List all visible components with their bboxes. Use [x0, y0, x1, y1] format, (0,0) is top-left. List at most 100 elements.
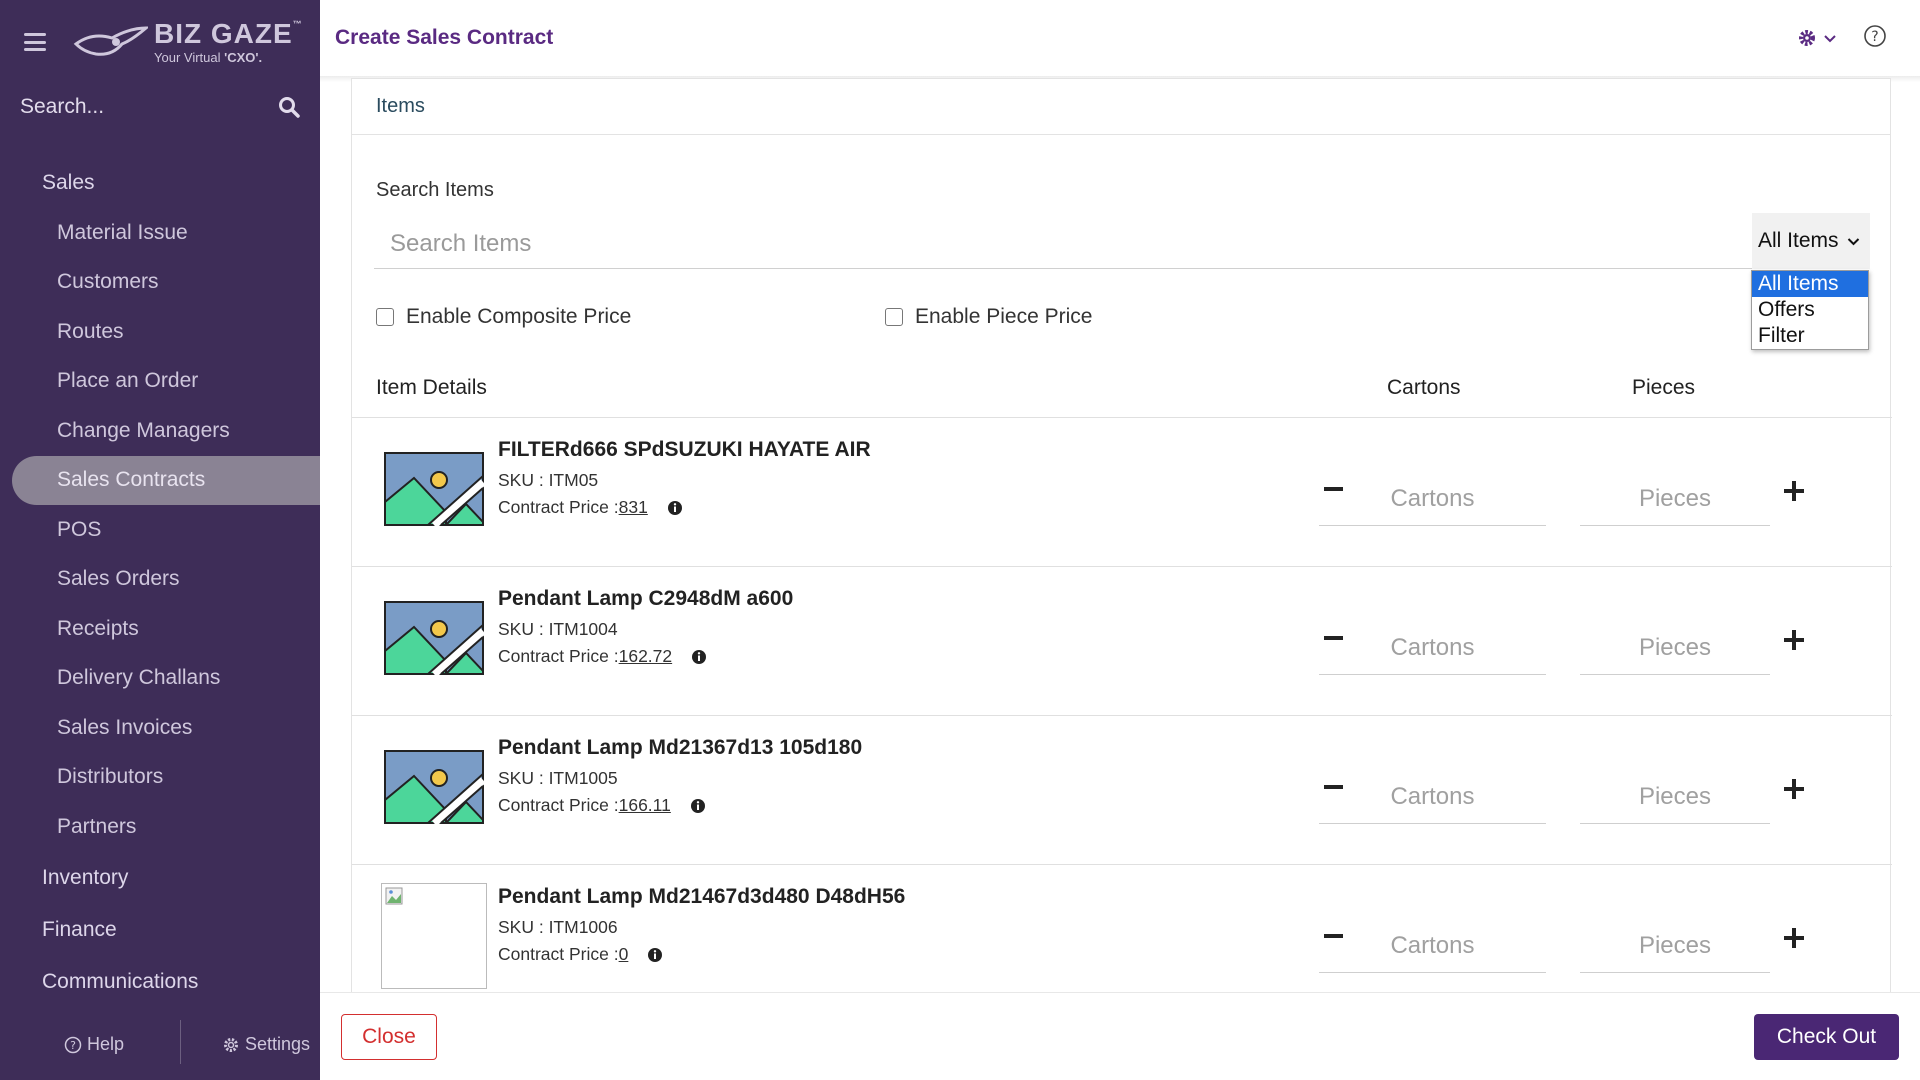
chevron-down-icon — [1824, 35, 1836, 43]
action-footer: Close Check Out — [320, 992, 1920, 1080]
search-items-input[interactable] — [374, 219, 1754, 268]
enable-piece-price-checkbox[interactable]: Enable Piece Price — [885, 305, 1092, 329]
brand-name: BIZ GAZE™ — [154, 18, 303, 49]
close-button[interactable]: Close — [341, 1014, 437, 1060]
sidebar-item-material-issue[interactable]: Material Issue — [0, 208, 320, 258]
price-value-link[interactable]: 0 — [619, 944, 629, 965]
sidebar-search-input[interactable] — [20, 95, 250, 119]
item-name: Pendant Lamp Md21367d13 105d180 — [498, 736, 863, 759]
column-header-item-details: Item Details — [376, 376, 487, 399]
help-circle-icon[interactable]: ? — [1863, 24, 1887, 48]
image-placeholder-icon — [384, 452, 484, 526]
pieces-field — [1580, 621, 1770, 675]
broken-image-icon — [385, 887, 403, 905]
sidebar-item-distributors[interactable]: Distributors — [0, 753, 320, 803]
sidebar-search — [0, 86, 320, 128]
eagle-logo-icon — [73, 26, 148, 56]
list-item: Pendant Lamp C2948dM a600 SKU : ITM1004 … — [352, 566, 1892, 715]
cartons-field — [1319, 621, 1546, 675]
brand-tagline: Your Virtual 'CXO'. — [154, 50, 263, 65]
sidebar-item-delivery-challans[interactable]: Delivery Challans — [0, 654, 320, 704]
item-filter-dropdown: All Items Offers Filter — [1751, 270, 1869, 350]
svg-text:?: ? — [70, 1039, 76, 1052]
pieces-input[interactable] — [1580, 472, 1770, 525]
brand-logo[interactable]: BIZ GAZE™ Your Virtual 'CXO'. — [72, 20, 303, 64]
image-placeholder-icon — [384, 601, 484, 675]
enable-composite-price-checkbox[interactable]: Enable Composite Price — [376, 305, 631, 329]
help-button[interactable]: ? Help — [64, 1034, 124, 1055]
item-filter-select[interactable]: All Items — [1752, 213, 1870, 269]
question-circle-icon: ? — [64, 1036, 82, 1053]
sidebar-item-partners[interactable]: Partners — [0, 802, 320, 852]
checkbox-box[interactable] — [885, 308, 903, 326]
increment-button[interactable] — [1784, 630, 1804, 650]
check-out-button[interactable]: Check Out — [1754, 1014, 1899, 1060]
sidebar-nav: Sales Material Issue Customers Routes Pl… — [0, 158, 320, 1008]
item-sku: SKU : ITM1004 — [498, 619, 618, 639]
hamburger-menu-icon[interactable] — [24, 33, 46, 51]
enable-composite-price-label: Enable Composite Price — [406, 305, 632, 328]
price-value-link[interactable]: 162.72 — [619, 646, 673, 667]
column-header-pieces: Pieces — [1632, 376, 1696, 399]
items-list: FILTERd666 SPdSUZUKI HAYATE AIR SKU : IT… — [352, 417, 1892, 1013]
price-label: Contract Price : — [498, 944, 619, 964]
cartons-input[interactable] — [1319, 621, 1546, 674]
broken-image — [381, 883, 487, 989]
settings-dropdown-button[interactable] — [1797, 28, 1837, 48]
item-sku: SKU : ITM05 — [498, 470, 599, 490]
cartons-input[interactable] — [1319, 472, 1546, 525]
cartons-input[interactable] — [1319, 770, 1546, 823]
chevron-down-icon — [1847, 237, 1859, 245]
price-value-link[interactable]: 831 — [619, 497, 648, 518]
price-label: Contract Price : — [498, 795, 619, 815]
increment-button[interactable] — [1784, 928, 1804, 948]
increment-button[interactable] — [1784, 481, 1804, 501]
item-filter-value: All Items — [1758, 229, 1839, 252]
sidebar-footer: ? Help Settings — [0, 1010, 320, 1080]
item-price: Contract Price : 0 — [498, 944, 663, 965]
enable-piece-price-label: Enable Piece Price — [915, 305, 1093, 328]
increment-button[interactable] — [1784, 779, 1804, 799]
sidebar-item-receipts[interactable]: Receipts — [0, 604, 320, 654]
cartons-input[interactable] — [1319, 919, 1546, 972]
info-icon[interactable] — [690, 798, 706, 814]
settings-button[interactable]: Settings — [222, 1034, 310, 1055]
sidebar-item-sales-invoices[interactable]: Sales Invoices — [0, 703, 320, 753]
sidebar-section-inventory[interactable]: Inventory — [0, 852, 320, 904]
filter-option-all-items[interactable]: All Items — [1752, 271, 1868, 297]
sidebar-item-sales-contracts[interactable]: Sales Contracts — [12, 455, 320, 505]
sidebar-item-sales-orders[interactable]: Sales Orders — [0, 555, 320, 605]
search-icon[interactable] — [278, 96, 300, 118]
sidebar-section-communications[interactable]: Communications — [0, 956, 320, 1008]
cartons-field — [1319, 919, 1546, 973]
column-header-cartons: Cartons — [1387, 376, 1461, 399]
sidebar-item-customers[interactable]: Customers — [0, 258, 320, 308]
price-value-link[interactable]: 166.11 — [619, 795, 671, 816]
sidebar-item-routes[interactable]: Routes — [0, 307, 320, 357]
filter-option-filter[interactable]: Filter — [1752, 323, 1868, 349]
pieces-input[interactable] — [1580, 919, 1770, 972]
sidebar-section-finance[interactable]: Finance — [0, 904, 320, 956]
pieces-input[interactable] — [1580, 770, 1770, 823]
info-icon[interactable] — [667, 500, 683, 516]
svg-text:?: ? — [1871, 29, 1878, 45]
settings-label: Settings — [245, 1034, 311, 1054]
sidebar-item-change-managers[interactable]: Change Managers — [0, 406, 320, 456]
list-item: Pendant Lamp Md21467d3d480 D48dH56 SKU :… — [352, 864, 1892, 1013]
main-content: Create Sales Contract ? Items Search Ite… — [320, 0, 1920, 1080]
search-items-field — [374, 219, 1754, 269]
pieces-input[interactable] — [1580, 621, 1770, 674]
page-title: Create Sales Contract — [335, 26, 554, 49]
info-icon[interactable] — [691, 649, 707, 665]
sidebar-section-sales[interactable]: Sales — [0, 158, 320, 208]
search-items-label: Search Items — [376, 179, 494, 201]
sidebar-item-place-an-order[interactable]: Place an Order — [0, 357, 320, 407]
checkbox-box[interactable] — [376, 308, 394, 326]
info-icon[interactable] — [647, 947, 663, 963]
filter-option-offers[interactable]: Offers — [1752, 297, 1868, 323]
gear-icon — [224, 1037, 238, 1052]
page-header: Create Sales Contract ? — [320, 0, 1920, 76]
pieces-field — [1580, 770, 1770, 824]
sidebar-item-pos[interactable]: POS — [0, 505, 320, 555]
list-item: FILTERd666 SPdSUZUKI HAYATE AIR SKU : IT… — [352, 417, 1892, 566]
